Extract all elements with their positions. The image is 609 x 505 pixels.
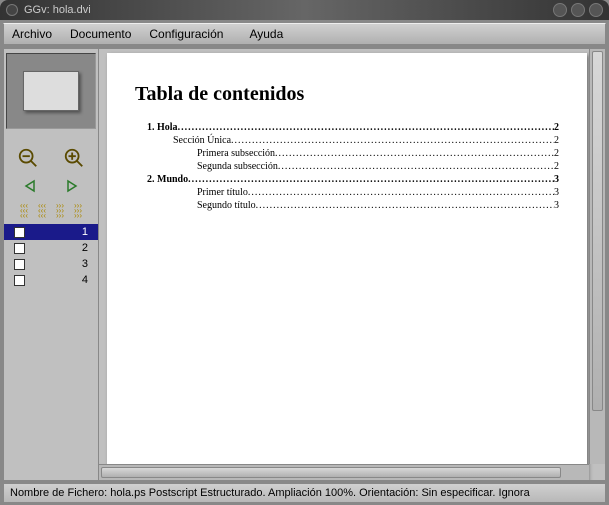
prev-page-button[interactable]: [19, 177, 41, 195]
toc-entry: Primera subsección......................…: [197, 148, 559, 159]
toc-label: Sección Única: [173, 135, 231, 146]
page-list-item[interactable]: 3: [4, 256, 98, 272]
app-icon: [6, 4, 18, 16]
scrollbar-thumb[interactable]: [101, 467, 561, 478]
page-thumbnail[interactable]: [23, 71, 79, 111]
minimize-button[interactable]: [553, 3, 567, 17]
toc-page: 2: [554, 148, 559, 159]
toc-page: 2: [554, 161, 559, 172]
toc-dots: ........................................…: [275, 148, 554, 159]
close-button[interactable]: [589, 3, 603, 17]
window-controls: [553, 3, 603, 17]
arrow-right-icon: [64, 179, 80, 193]
page-checkbox[interactable]: [14, 243, 25, 254]
page-number: 1: [82, 226, 88, 238]
toc-entry: Segundo título..........................…: [197, 200, 559, 211]
zoom-in-icon: [63, 147, 85, 169]
toc-page: 3: [554, 187, 559, 198]
scrollbar-thumb[interactable]: [592, 51, 603, 411]
window-title: GGv: hola.dvi: [24, 4, 553, 16]
menu-document[interactable]: Documento: [70, 27, 131, 41]
zoom-controls: [15, 145, 87, 171]
toc-entry: Primer título...........................…: [197, 187, 559, 198]
mark-all-button[interactable]: ‹‹‹‹‹‹‹‹‹: [20, 203, 28, 218]
page-number: 3: [82, 258, 88, 270]
toc-label: Segunda subsección: [197, 161, 278, 172]
toc-entry: 2. Mundo................................…: [147, 174, 559, 185]
toc-dots: ........................................…: [278, 161, 554, 172]
toc-label: Primera subsección: [197, 148, 275, 159]
content-area: ‹‹‹‹‹‹‹‹‹ ‹‹‹‹‹‹‹‹‹ ››››››››› ››››››››› …: [3, 48, 606, 481]
page-list-item[interactable]: 4: [4, 272, 98, 288]
toc-label: 2. Mundo: [147, 174, 188, 185]
zoom-in-button[interactable]: [61, 145, 87, 171]
toc-dots: ........................................…: [248, 187, 554, 198]
toc-label: Segundo título: [197, 200, 256, 211]
menu-help[interactable]: Ayuda: [249, 27, 283, 41]
document-page: Tabla de contenidos 1. Hola.............…: [107, 53, 587, 481]
document-viewport[interactable]: Tabla de contenidos 1. Hola.............…: [99, 48, 606, 481]
zoom-out-icon: [17, 147, 39, 169]
arrow-left-icon: [22, 179, 38, 193]
mark-even-button[interactable]: ›››››››››: [56, 203, 64, 218]
menu-config[interactable]: Configuración: [149, 27, 223, 41]
vertical-scrollbar[interactable]: [589, 49, 605, 464]
page-list: 1 2 3 4: [4, 224, 98, 288]
table-of-contents: 1. Hola.................................…: [135, 122, 559, 211]
mark-controls: ‹‹‹‹‹‹‹‹‹ ‹‹‹‹‹‹‹‹‹ ››››››››› ›››››››››: [4, 203, 98, 218]
maximize-button[interactable]: [571, 3, 585, 17]
mark-odd-button[interactable]: ‹‹‹‹‹‹‹‹‹: [38, 203, 46, 218]
statusbar: Nombre de Fichero: hola.ps Postscript Es…: [3, 483, 606, 503]
menu-file[interactable]: Archivo: [12, 27, 52, 41]
app-window: GGv: hola.dvi Archivo Documento Configur…: [0, 0, 609, 505]
toc-page: 2: [554, 122, 559, 133]
page-checkbox[interactable]: [14, 259, 25, 270]
toc-dots: ........................................…: [178, 122, 554, 133]
toc-page: 3: [554, 200, 559, 211]
page-list-item[interactable]: 2: [4, 240, 98, 256]
status-text: Nombre de Fichero: hola.ps Postscript Es…: [10, 487, 530, 499]
toc-entry: Segunda subsección......................…: [197, 161, 559, 172]
toc-label: 1. Hola: [147, 122, 178, 133]
toc-entry: 1. Hola.................................…: [147, 122, 559, 133]
page-checkbox[interactable]: [14, 275, 25, 286]
document-title: Tabla de contenidos: [135, 83, 559, 106]
horizontal-scrollbar[interactable]: [99, 464, 589, 480]
thumbnail-area: [6, 53, 96, 129]
unmark-all-button[interactable]: ›››››››››: [74, 203, 82, 218]
menubar: Archivo Documento Configuración Ayuda: [3, 23, 606, 45]
page-number: 4: [82, 274, 88, 286]
page-number: 2: [82, 242, 88, 254]
toc-dots: ........................................…: [231, 135, 554, 146]
sidebar: ‹‹‹‹‹‹‹‹‹ ‹‹‹‹‹‹‹‹‹ ››››››››› ››››››››› …: [3, 48, 99, 481]
toc-dots: ........................................…: [256, 200, 554, 211]
next-page-button[interactable]: [61, 177, 83, 195]
toc-page: 2: [554, 135, 559, 146]
nav-controls: [19, 177, 83, 195]
page-checkbox[interactable]: [14, 227, 25, 238]
toc-entry: Sección Única...........................…: [173, 135, 559, 146]
toc-label: Primer título: [197, 187, 248, 198]
toc-dots: ........................................…: [188, 174, 554, 185]
toc-page: 3: [554, 174, 559, 185]
titlebar[interactable]: GGv: hola.dvi: [0, 0, 609, 20]
zoom-out-button[interactable]: [15, 145, 41, 171]
page-list-item[interactable]: 1: [4, 224, 98, 240]
